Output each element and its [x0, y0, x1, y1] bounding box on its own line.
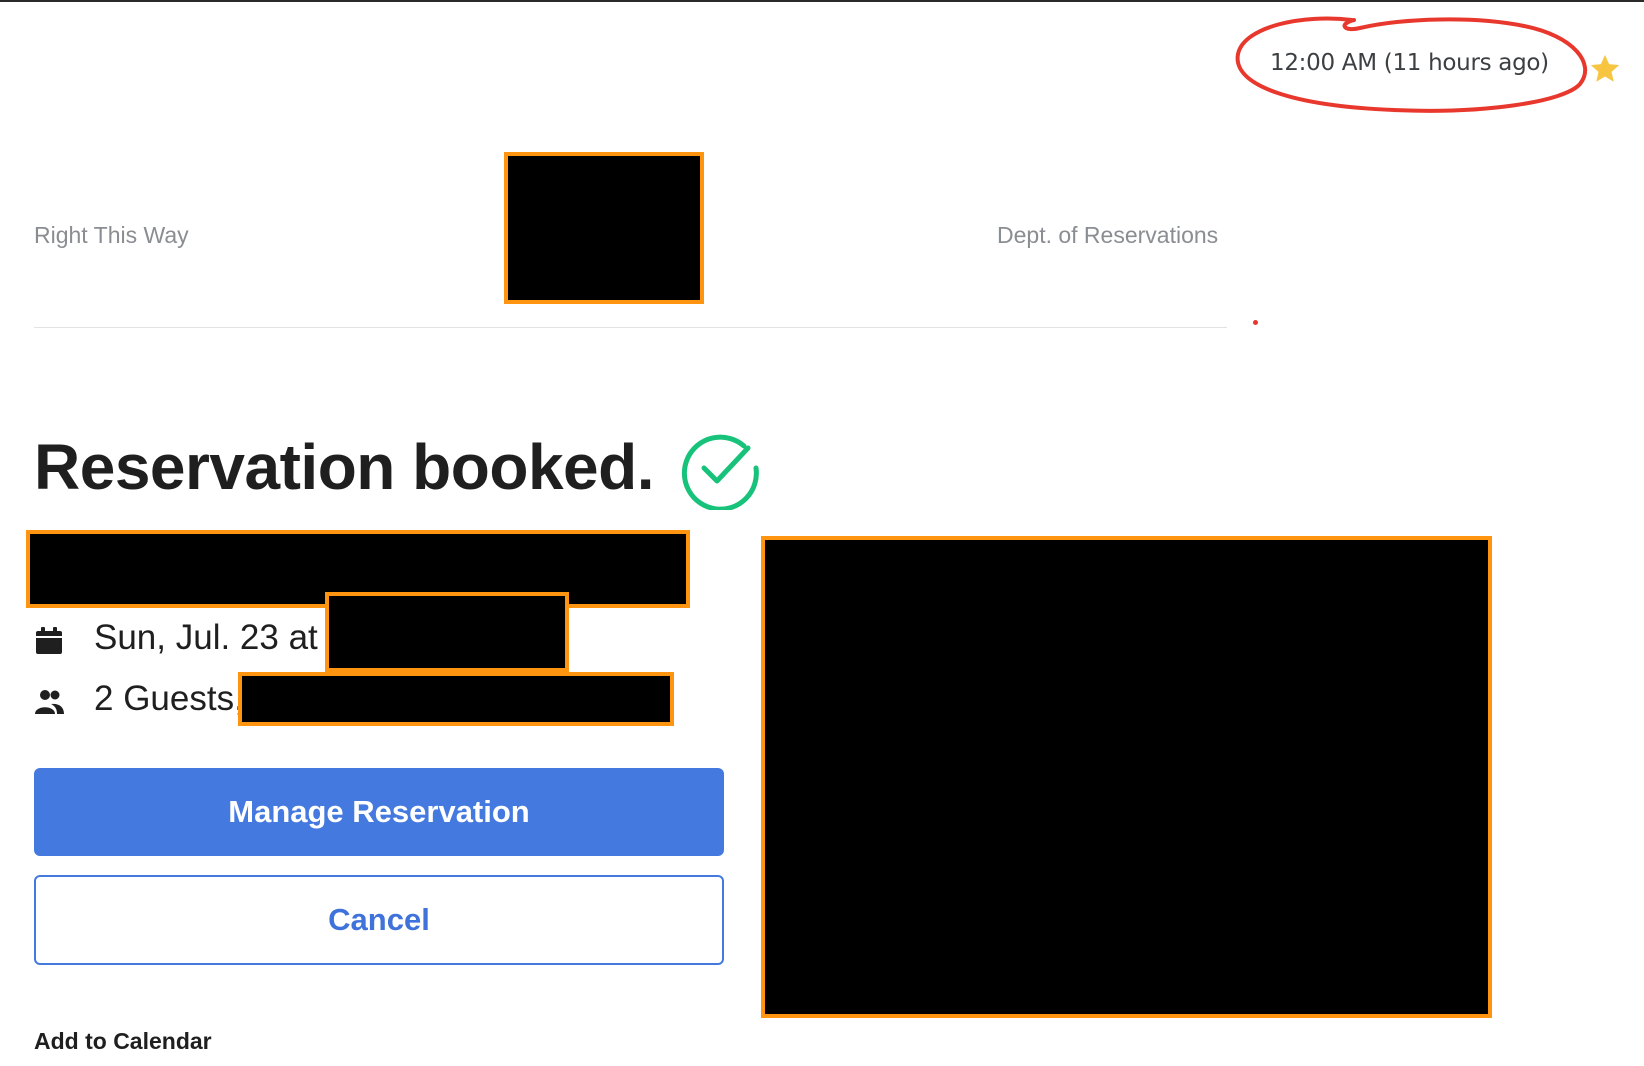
redacted-guest-name: [238, 672, 674, 726]
redacted-time: [325, 592, 569, 672]
star-icon[interactable]: [1588, 52, 1622, 86]
guests-icon: [35, 690, 64, 714]
header-divider: [34, 327, 1227, 328]
page-title: Reservation booked.: [34, 431, 655, 503]
red-annotation-dot: [1253, 320, 1258, 325]
redacted-logo: [504, 152, 704, 304]
manage-reservation-button[interactable]: Manage Reservation: [34, 768, 724, 856]
brand-left-text: Right This Way: [34, 222, 189, 248]
guests-text: 2 Guests,: [94, 679, 244, 718]
brand-right-text: Dept. of Reservations: [997, 222, 1219, 248]
date-text: Sun, Jul. 23 at: [94, 618, 318, 657]
redacted-map-image: [761, 536, 1492, 1018]
email-timestamp: 12:00 AM (11 hours ago): [1270, 50, 1549, 76]
add-to-calendar-link[interactable]: Add to Calendar: [34, 1028, 212, 1055]
top-border: [0, 0, 1644, 2]
cancel-button[interactable]: Cancel: [34, 875, 724, 965]
calendar-icon: [36, 627, 62, 654]
check-circle-icon: [681, 434, 759, 510]
